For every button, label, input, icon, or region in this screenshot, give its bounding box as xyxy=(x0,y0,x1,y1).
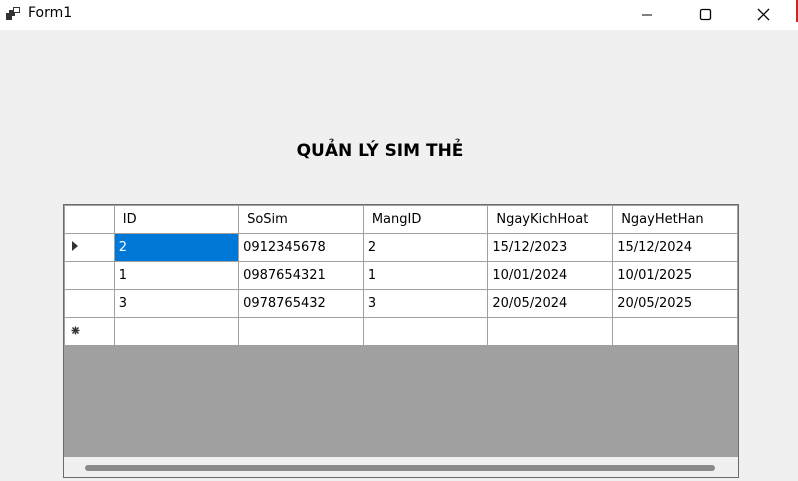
column-header-sosim[interactable]: SoSim xyxy=(238,205,364,234)
current-row-arrow-icon xyxy=(71,240,79,255)
cell-ngaykichhoat[interactable]: 20/05/2024 xyxy=(487,289,614,318)
minimize-icon xyxy=(641,6,653,25)
form-window: Form1 QUẢN LÝ SIM THẺ ID SoSim MangID Ng… xyxy=(0,0,798,481)
new-cell-sosim[interactable] xyxy=(238,317,364,346)
new-cell-id[interactable] xyxy=(113,317,240,346)
app-window-icon xyxy=(5,6,21,22)
table-row[interactable]: 2 0912345678 2 15/12/2023 15/12/2024 xyxy=(64,233,738,262)
title-bar[interactable]: Form1 xyxy=(0,0,798,30)
horizontal-scrollbar[interactable] xyxy=(64,457,738,477)
row-header[interactable] xyxy=(64,289,115,318)
cell-sosim[interactable]: 0987654321 xyxy=(238,261,364,290)
grid-header-row: ID SoSim MangID NgayKichHoat NgayHetHan xyxy=(64,205,738,234)
cell-sosim[interactable]: 0978765432 xyxy=(238,289,364,318)
close-button[interactable] xyxy=(740,0,786,30)
cell-ngayhethan[interactable]: 15/12/2024 xyxy=(612,233,738,262)
row-header[interactable] xyxy=(64,233,115,262)
sim-data-grid[interactable]: ID SoSim MangID NgayKichHoat NgayHetHan … xyxy=(63,204,739,478)
cell-mangid[interactable]: 1 xyxy=(362,261,489,290)
cell-id[interactable]: 1 xyxy=(113,261,240,290)
column-header-ngayhethan[interactable]: NgayHetHan xyxy=(612,205,738,234)
cell-ngaykichhoat[interactable]: 15/12/2023 xyxy=(487,233,614,262)
column-header-mangid[interactable]: MangID xyxy=(362,205,489,234)
new-cell-ngaykichhoat[interactable] xyxy=(487,317,614,346)
column-header-id[interactable]: ID xyxy=(113,205,240,234)
cell-ngayhethan[interactable]: 20/05/2025 xyxy=(612,289,738,318)
cell-ngaykichhoat[interactable]: 10/01/2024 xyxy=(487,261,614,290)
grid-table: ID SoSim MangID NgayKichHoat NgayHetHan … xyxy=(64,205,738,346)
cell-mangid[interactable]: 2 xyxy=(362,233,489,262)
cell-id[interactable]: 2 xyxy=(113,233,240,262)
minimize-button[interactable] xyxy=(624,0,670,30)
column-header-ngaykichhoat[interactable]: NgayKichHoat xyxy=(487,205,614,234)
horizontal-scrollbar-thumb[interactable] xyxy=(85,465,715,471)
new-cell-mangid[interactable] xyxy=(362,317,489,346)
table-row[interactable]: 1 0987654321 1 10/01/2024 10/01/2025 xyxy=(64,261,738,290)
new-row-asterisk-icon xyxy=(71,324,80,339)
maximize-icon xyxy=(699,6,712,25)
new-row[interactable] xyxy=(64,317,738,346)
form-heading: QUẢN LÝ SIM THẺ xyxy=(296,141,464,161)
cell-ngayhethan[interactable]: 10/01/2025 xyxy=(612,261,738,290)
row-header[interactable] xyxy=(64,317,115,346)
window-title: Form1 xyxy=(28,5,73,21)
table-row[interactable]: 3 0978765432 3 20/05/2024 20/05/2025 xyxy=(64,289,738,318)
cell-id[interactable]: 3 xyxy=(113,289,240,318)
cell-mangid[interactable]: 3 xyxy=(362,289,489,318)
grid-corner-header[interactable] xyxy=(64,205,115,234)
cell-sosim[interactable]: 0912345678 xyxy=(238,233,364,262)
new-cell-ngayhethan[interactable] xyxy=(612,317,738,346)
close-icon xyxy=(757,6,770,25)
maximize-button[interactable] xyxy=(682,0,728,30)
row-header[interactable] xyxy=(64,261,115,290)
